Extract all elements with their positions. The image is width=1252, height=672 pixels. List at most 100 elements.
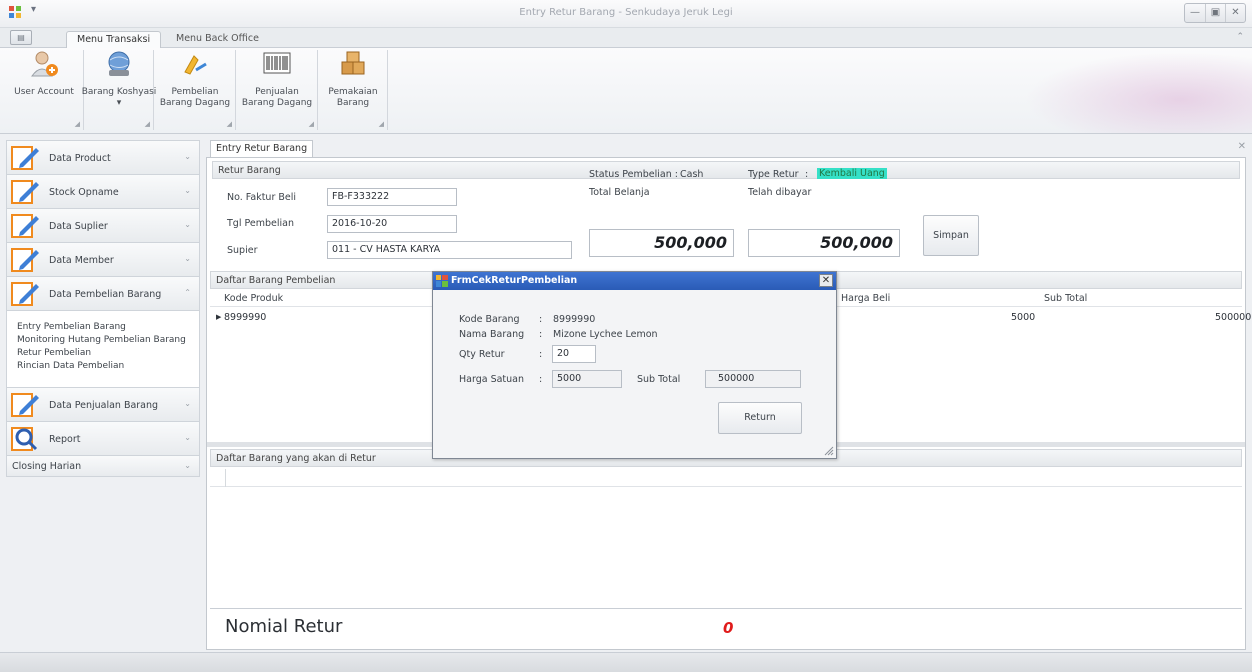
faktur-label: No. Faktur Beli xyxy=(227,192,297,203)
document-tab-entry-retur[interactable]: Entry Retur Barang xyxy=(210,140,313,158)
nav-group-data-product[interactable]: Data Product ⌄ xyxy=(6,140,200,174)
status-pembelian-label: Status Pembelian : xyxy=(589,169,678,180)
window-title: Entry Retur Barang - Senkudaya Jeruk Leg… xyxy=(519,7,733,18)
group-launcher-icon[interactable]: ◢ xyxy=(227,120,232,128)
nav-group-report[interactable]: Report ⌄ xyxy=(6,421,200,455)
kode-barang-value: 8999990 xyxy=(553,314,596,325)
pembelian-barang-dagang-button[interactable]: Pembelian Barang Dagang xyxy=(157,50,233,109)
chevron-up-icon: ⌃ xyxy=(184,288,191,297)
pemakaian-barang-button[interactable]: Pemakaian Barang xyxy=(315,50,391,109)
minimize-button[interactable]: — xyxy=(1185,4,1205,22)
kode-barang-separator: : xyxy=(539,314,543,325)
barang-koshyasi-button[interactable]: Barang Koshyasi ▾ xyxy=(81,50,157,109)
pencil-icon xyxy=(11,282,39,306)
application-menu-button[interactable]: ▤ xyxy=(10,30,32,45)
boxes-icon xyxy=(341,51,365,75)
return-grid-header xyxy=(210,469,1242,487)
group-launcher-icon[interactable]: ◢ xyxy=(145,120,150,128)
nav-group-closing-harian[interactable]: Closing Harian ⌄ xyxy=(6,455,200,477)
chevron-down-icon: ⌄ xyxy=(184,220,191,229)
barang-koshyasi-label: Barang Koshyasi ▾ xyxy=(81,87,157,108)
resize-grip-icon[interactable] xyxy=(824,446,834,456)
status-pembelian-value: Cash xyxy=(680,169,704,180)
retur-section-header: Retur Barang xyxy=(212,161,1240,179)
ribbon-decoration xyxy=(1012,48,1252,133)
nama-barang-label: Nama Barang xyxy=(459,329,525,340)
nav-group-label: Data Suplier xyxy=(49,221,108,232)
group-launcher-icon[interactable]: ◢ xyxy=(379,120,384,128)
nominal-divider xyxy=(210,608,1242,609)
cell-harga-beli: 5000 xyxy=(1011,312,1036,323)
nav-group-data-member[interactable]: Data Member ⌄ xyxy=(6,242,200,276)
nav-item-rincian-pembelian[interactable]: Rincian Data Pembelian xyxy=(17,360,191,373)
sub-total-field[interactable]: 500000 xyxy=(705,370,801,388)
simpan-button[interactable]: Simpan xyxy=(923,215,979,256)
group-launcher-icon[interactable]: ◢ xyxy=(75,120,80,128)
purchase-icon xyxy=(184,55,207,75)
tgl-pembelian-field[interactable]: 2016-10-20 xyxy=(327,215,457,233)
nav-item-retur-pembelian[interactable]: Retur Pembelian xyxy=(17,347,191,360)
nav-group-label: Data Penjualan Barang xyxy=(49,400,159,411)
nav-group-data-suplier[interactable]: Data Suplier ⌄ xyxy=(6,208,200,242)
cell-kode-produk: 8999990 xyxy=(224,312,267,323)
telah-dibayar-field[interactable]: 500,000 xyxy=(748,229,900,257)
nav-group-label: Closing Harian xyxy=(12,461,82,472)
supplier-label: Supier xyxy=(227,245,258,256)
nav-item-entry-pembelian[interactable]: Entry Pembelian Barang xyxy=(17,321,191,334)
close-window-button[interactable]: ✕ xyxy=(1225,4,1245,22)
magnifier-icon xyxy=(11,427,38,451)
user-account-label: User Account xyxy=(14,87,74,97)
qty-retur-field[interactable]: 20 xyxy=(552,345,596,363)
grid-column-divider xyxy=(225,469,226,487)
faktur-field[interactable]: FB-F333222 xyxy=(327,188,457,206)
dialog-close-button[interactable]: ✕ xyxy=(819,274,833,287)
tab-menu-back-office[interactable]: Menu Back Office xyxy=(166,31,269,49)
title-bar: ▾ Entry Retur Barang - Senkudaya Jeruk L… xyxy=(0,0,1252,28)
group-launcher-icon[interactable]: ◢ xyxy=(309,120,314,128)
type-retur-separator: : xyxy=(805,169,809,180)
total-belanja-field[interactable]: 500,000 xyxy=(589,229,734,257)
supplier-field[interactable]: 011 - CV HASTA KARYA xyxy=(327,241,572,259)
qty-retur-separator: : xyxy=(539,349,543,360)
chevron-down-icon: ⌄ xyxy=(184,461,191,470)
pencil-icon xyxy=(11,180,39,204)
nav-subitems-pembelian: Entry Pembelian Barang Monitoring Hutang… xyxy=(6,310,200,387)
tgl-pembelian-label: Tgl Pembelian xyxy=(227,218,294,229)
col-kode-produk[interactable]: Kode Produk xyxy=(220,291,283,306)
kode-barang-label: Kode Barang xyxy=(459,314,520,325)
return-button[interactable]: Return xyxy=(718,402,802,434)
tab-menu-transaksi[interactable]: Menu Transaksi xyxy=(66,31,162,49)
close-document-icon[interactable]: ✕ xyxy=(1238,141,1246,152)
nav-group-stock-opname[interactable]: Stock Opname ⌄ xyxy=(6,174,200,208)
dialog-title: FrmCekReturPembelian xyxy=(451,275,578,286)
nav-group-data-pembelian-barang[interactable]: Data Pembelian Barang ⌃ xyxy=(6,276,200,310)
navigation-sidebar: Data Product ⌄ Stock Opname ⌄ Data Supli… xyxy=(6,140,200,640)
harga-satuan-field[interactable]: 5000 xyxy=(552,370,622,388)
pencil-icon xyxy=(11,393,39,417)
ribbon-tab-strip: ▤ Menu Transaksi Menu Back Office ⌃ xyxy=(0,28,1252,49)
nominal-retur-value: 0 xyxy=(723,619,734,637)
cek-retur-dialog: FrmCekReturPembelian ✕ Kode Barang : 899… xyxy=(432,271,837,459)
nav-group-data-penjualan-barang[interactable]: Data Penjualan Barang ⌄ xyxy=(6,387,200,421)
nama-barang-separator: : xyxy=(539,329,543,340)
nav-group-label: Data Product xyxy=(49,153,111,164)
nav-item-monitoring-hutang[interactable]: Monitoring Hutang Pembelian Barang xyxy=(17,334,191,347)
type-retur-value[interactable]: Kembali Uang xyxy=(817,168,887,179)
qty-retur-label: Qty Retur xyxy=(459,349,505,360)
penjualan-barang-dagang-button[interactable]: Penjualan Barang Dagang xyxy=(239,50,315,109)
restore-button[interactable]: ▣ xyxy=(1205,4,1225,22)
chevron-down-icon: ⌄ xyxy=(184,152,191,161)
window-controls: — ▣ ✕ xyxy=(1184,3,1246,23)
col-harga-beli[interactable]: Harga Beli xyxy=(837,291,890,306)
form-icon xyxy=(436,275,448,287)
chevron-down-icon: ⌄ xyxy=(184,186,191,195)
col-sub-total[interactable]: Sub Total xyxy=(1040,291,1087,306)
chevron-down-icon: ⌄ xyxy=(184,399,191,408)
nama-barang-value: Mizone Lychee Lemon xyxy=(553,329,658,340)
ribbon-collapse-icon[interactable]: ⌃ xyxy=(1236,32,1244,42)
pembelian-barang-dagang-label: Pembelian Barang Dagang xyxy=(159,87,231,108)
user-account-button[interactable]: User Account xyxy=(6,50,82,98)
barcode-icon xyxy=(263,52,291,74)
chevron-down-icon: ⌄ xyxy=(184,254,191,263)
dialog-title-bar[interactable]: FrmCekReturPembelian xyxy=(433,272,836,290)
